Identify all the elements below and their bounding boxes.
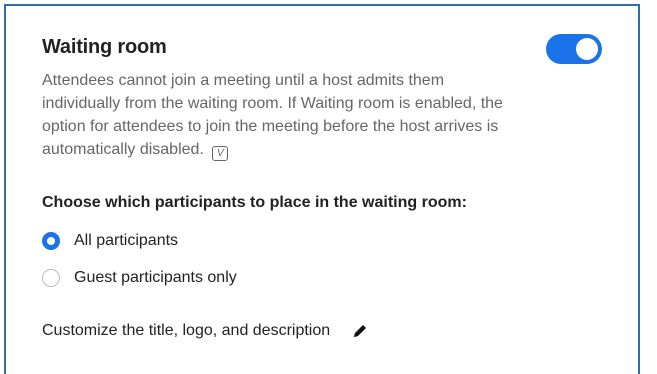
radio-all-participants[interactable]: All participants	[42, 232, 178, 250]
toggle-knob	[576, 38, 598, 60]
setting-description: Attendees cannot join a meeting until a …	[42, 69, 522, 161]
waiting-room-toggle[interactable]	[546, 34, 602, 64]
participants-heading: Choose which participants to place in th…	[42, 194, 467, 211]
pencil-icon[interactable]	[352, 323, 368, 339]
setting-title: Waiting room	[42, 36, 167, 58]
info-icon[interactable]: V	[212, 146, 229, 161]
radio-button-checked[interactable]	[42, 232, 60, 250]
waiting-room-settings-panel: Waiting room Attendees cannot join a mee…	[4, 4, 640, 374]
radio-label: Guest participants only	[74, 269, 237, 286]
radio-button-unchecked[interactable]	[42, 269, 60, 287]
customize-label: Customize the title, logo, and descripti…	[42, 322, 331, 339]
radio-guest-participants-only[interactable]: Guest participants only	[42, 269, 237, 287]
setting-description-text: Attendees cannot join a meeting until a …	[42, 72, 503, 158]
customize-row: Customize the title, logo, and descripti…	[42, 322, 368, 340]
radio-label: All participants	[74, 232, 179, 249]
